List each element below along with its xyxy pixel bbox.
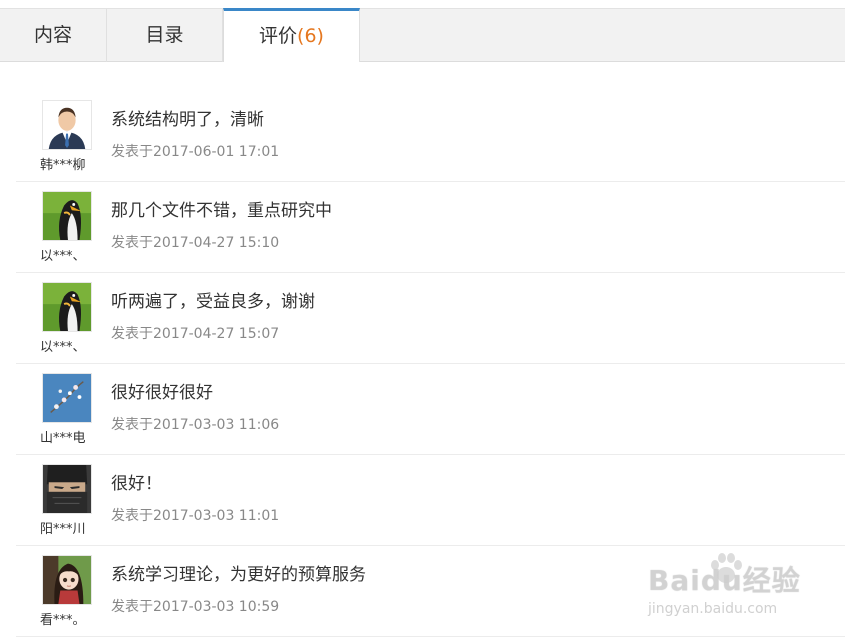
ninja-avatar-icon[interactable] (42, 464, 92, 514)
comment-item: 以***、 那几个文件不错，重点研究中 发表于2017-04-27 15:10 (16, 182, 845, 273)
review-count: (6) (297, 25, 324, 47)
comment-text: 系统结构明了，清晰 (111, 110, 264, 130)
tab-label: 内容 (33, 24, 72, 46)
top-strip (0, 0, 845, 8)
comment-text: 听两遍了，受益良多，谢谢 (111, 292, 315, 312)
username[interactable]: 韩***柳 (40, 154, 86, 173)
tab-content[interactable]: 内容 (0, 9, 107, 62)
tab-label: 目录 (145, 24, 184, 46)
comment-time: 发表于2017-04-27 15:10 (111, 235, 280, 251)
tab-bar: 内容 目录 评价(6) (0, 8, 845, 62)
comment-item: 看***。 系统学习理论，为更好的预算服务 发表于2017-03-03 10:5… (16, 546, 845, 637)
tab-label: 评价 (259, 25, 298, 47)
comment-text: 系统学习理论，为更好的预算服务 (111, 565, 366, 585)
username[interactable]: 以***、 (40, 245, 86, 264)
username[interactable]: 看***。 (40, 609, 86, 628)
comment-item: 以***、 听两遍了，受益良多，谢谢 发表于2017-04-27 15:07 (16, 273, 845, 364)
username[interactable]: 山***电 (40, 427, 86, 446)
comment-text: 很好很好很好 (111, 383, 213, 403)
penguin-avatar-icon[interactable] (42, 191, 92, 241)
username[interactable]: 阳***川 (40, 518, 86, 537)
username[interactable]: 以***、 (40, 336, 86, 355)
comment-time: 发表于2017-03-03 11:06 (111, 417, 280, 433)
penguin-avatar-icon[interactable] (42, 282, 92, 332)
comment-text: 那几个文件不错，重点研究中 (111, 201, 332, 221)
businessman-avatar-icon[interactable] (42, 100, 92, 150)
blossom-avatar-icon[interactable] (42, 373, 92, 423)
comment-time: 发表于2017-03-03 10:59 (111, 599, 280, 615)
comment-item: 韩***柳 系统结构明了，清晰 发表于2017-06-01 17:01 (16, 91, 845, 182)
tab-reviews[interactable]: 评价(6) (223, 8, 360, 62)
anime-girl-avatar-icon[interactable] (42, 555, 92, 605)
comment-time: 发表于2017-06-01 17:01 (111, 144, 280, 160)
comment-text: 很好！ (111, 474, 162, 494)
comment-item: 阳***川 很好！ 发表于2017-03-03 11:01 (16, 455, 845, 546)
comment-list: 韩***柳 系统结构明了，清晰 发表于2017-06-01 17:01 以***… (16, 91, 845, 637)
comment-item: 山***电 很好很好很好 发表于2017-03-03 11:06 (16, 364, 845, 455)
comment-time: 发表于2017-04-27 15:07 (111, 326, 280, 342)
comment-time: 发表于2017-03-03 11:01 (111, 508, 280, 524)
tab-catalog[interactable]: 目录 (107, 9, 223, 62)
